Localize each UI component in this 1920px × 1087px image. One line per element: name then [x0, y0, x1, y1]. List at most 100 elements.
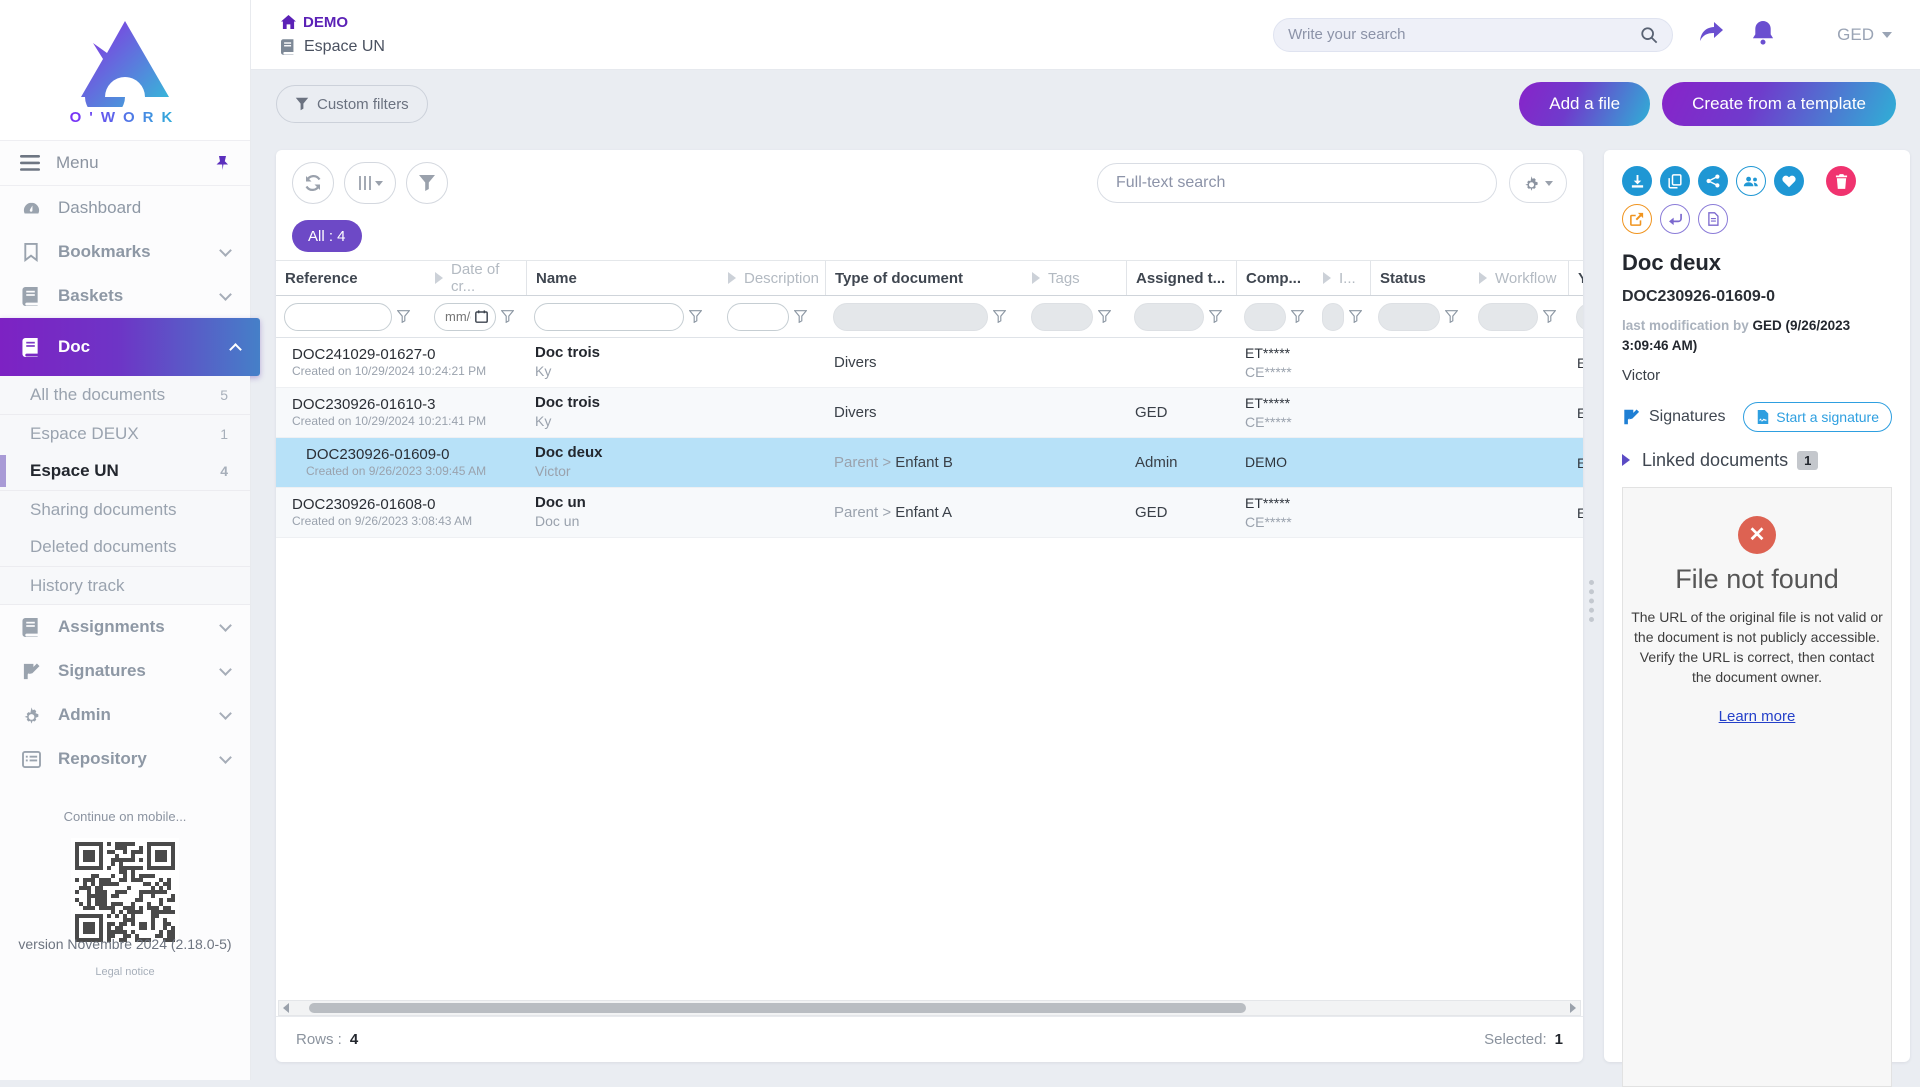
top-header: DEMO Espace UN GED	[251, 0, 1920, 70]
chevron-down-icon	[1545, 181, 1553, 186]
share-button[interactable]	[1698, 166, 1728, 196]
column-header-description[interactable]: Description	[719, 261, 825, 295]
download-button[interactable]	[1622, 166, 1652, 196]
funnel-icon[interactable]	[1209, 310, 1222, 323]
breadcrumb-page[interactable]: Espace UN	[281, 38, 385, 56]
filter-assigned-input[interactable]	[1134, 303, 1204, 331]
sidebar-item-all-documents[interactable]: All the documents 5	[0, 376, 250, 414]
filter-description-input[interactable]	[727, 303, 789, 331]
sidebar-item-sharing-documents[interactable]: Sharing documents	[0, 490, 250, 528]
filter-comp-input[interactable]	[1244, 303, 1286, 331]
pin-icon[interactable]	[214, 155, 230, 171]
tab-all-documents[interactable]: All : 4	[292, 220, 362, 252]
scroll-right-arrow[interactable]	[1570, 1003, 1576, 1013]
column-header-y[interactable]: Y...	[1568, 261, 1583, 295]
hamburger-icon	[20, 155, 40, 171]
funnel-icon[interactable]	[1543, 310, 1556, 323]
sidebar-item-label: Signatures	[58, 661, 221, 681]
filter-status-input[interactable]	[1378, 303, 1440, 331]
search-icon[interactable]	[1640, 26, 1658, 44]
sidebar-item-dashboard[interactable]: Dashboard	[0, 186, 250, 230]
sidebar-item-espace-deux[interactable]: Espace DEUX 1	[0, 414, 250, 452]
filter-name-input[interactable]	[534, 303, 684, 331]
menu-toggle[interactable]: Menu	[0, 140, 250, 186]
filter-workflow-input[interactable]	[1478, 303, 1538, 331]
brand-name: O'WORK	[70, 109, 181, 126]
table-row[interactable]: DOC230926-01608-0 Created on 9/26/2023 3…	[276, 488, 1583, 538]
column-header-reference[interactable]: Reference	[276, 261, 426, 295]
document-versions-button[interactable]	[1698, 204, 1728, 234]
funnel-icon[interactable]	[397, 310, 410, 323]
copy-button[interactable]	[1660, 166, 1690, 196]
sidebar-item-signatures[interactable]: Signatures	[0, 649, 250, 693]
sidebar-item-repository[interactable]: Repository	[0, 737, 250, 781]
column-header-name[interactable]: Name	[526, 261, 719, 295]
funnel-icon[interactable]	[501, 310, 514, 323]
sidebar-item-deleted-documents[interactable]: Deleted documents	[0, 528, 250, 566]
funnel-icon[interactable]	[794, 310, 807, 323]
y-cell: E	[1568, 355, 1583, 371]
column-header-workflow[interactable]: Workflow	[1470, 261, 1568, 295]
refresh-button[interactable]	[292, 162, 334, 204]
funnel-icon[interactable]	[689, 310, 702, 323]
start-signature-button[interactable]: Start a signature	[1743, 402, 1892, 432]
sidebar-item-espace-un[interactable]: Espace UN 4	[0, 452, 250, 490]
funnel-icon[interactable]	[993, 310, 1006, 323]
add-file-button[interactable]: Add a file	[1519, 82, 1650, 126]
table-row[interactable]: DOC230926-01610-3 Created on 10/29/2024 …	[276, 388, 1583, 438]
table-row-selected[interactable]: DOC230926-01609-0 Created on 9/26/2023 3…	[276, 438, 1583, 488]
sidebar-item-baskets[interactable]: Baskets	[0, 274, 250, 318]
breadcrumb-root[interactable]: DEMO	[281, 14, 385, 31]
horizontal-scrollbar[interactable]	[278, 1000, 1581, 1016]
funnel-icon[interactable]	[1291, 310, 1304, 323]
sidebar-item-doc[interactable]: Doc	[0, 318, 260, 376]
column-header-date-of-creation[interactable]: Date of cr...	[426, 261, 526, 295]
scroll-left-arrow[interactable]	[283, 1003, 289, 1013]
linked-documents-toggle[interactable]: Linked documents 1	[1622, 450, 1892, 471]
custom-filters-button[interactable]: Custom filters	[276, 85, 428, 123]
scrollbar-thumb[interactable]	[309, 1003, 1246, 1013]
sidebar-item-assignments[interactable]: Assignments	[0, 605, 250, 649]
return-button[interactable]	[1660, 204, 1690, 234]
column-header-status[interactable]: Status	[1370, 261, 1470, 295]
delete-button[interactable]	[1826, 166, 1856, 196]
columns-button[interactable]	[344, 162, 396, 204]
sidebar-item-history-track[interactable]: History track	[0, 566, 250, 604]
funnel-icon[interactable]	[1445, 310, 1458, 323]
filter-tags-input[interactable]	[1031, 303, 1093, 331]
create-from-template-button[interactable]: Create from a template	[1662, 82, 1896, 126]
sidebar-item-bookmarks[interactable]: Bookmarks	[0, 230, 250, 274]
user-menu[interactable]: GED	[1837, 25, 1892, 45]
legal-notice-link[interactable]: Legal notice	[0, 966, 250, 978]
panel-resize-handle[interactable]	[1589, 580, 1594, 622]
filter-button[interactable]	[406, 162, 448, 204]
filter-y-input[interactable]	[1576, 303, 1583, 331]
notifications-button[interactable]	[1751, 20, 1775, 50]
fulltext-search-input[interactable]	[1097, 163, 1497, 203]
open-external-button[interactable]	[1622, 204, 1652, 234]
permissions-button[interactable]	[1736, 166, 1766, 196]
type-prefix: Parent >	[834, 504, 891, 521]
calendar-icon[interactable]	[475, 310, 488, 323]
funnel-icon[interactable]	[1349, 310, 1362, 323]
column-header-comp[interactable]: Comp...	[1236, 261, 1314, 295]
type-main: Divers	[834, 354, 877, 371]
chevron-down-icon	[219, 244, 232, 257]
comp-line2: CE*****	[1245, 413, 1314, 431]
detail-document-reference: DOC230926-01609-0	[1622, 288, 1892, 306]
table-row[interactable]: DOC241029-01627-0 Created on 10/29/2024 …	[276, 338, 1583, 388]
funnel-icon[interactable]	[1098, 310, 1111, 323]
table-settings-button[interactable]	[1509, 163, 1567, 203]
filter-i-input[interactable]	[1322, 303, 1344, 331]
global-search-input[interactable]	[1288, 26, 1640, 43]
share-button[interactable]	[1699, 20, 1725, 49]
favorite-button[interactable]	[1774, 166, 1804, 196]
column-header-assigned[interactable]: Assigned t...	[1126, 261, 1236, 295]
column-header-tags[interactable]: Tags	[1023, 261, 1126, 295]
column-header-type[interactable]: Type of document	[825, 261, 1023, 295]
learn-more-link[interactable]: Learn more	[1719, 708, 1796, 725]
filter-reference-input[interactable]	[284, 303, 392, 331]
sidebar-item-admin[interactable]: Admin	[0, 693, 250, 737]
filter-type-input[interactable]	[833, 303, 988, 331]
column-header-i[interactable]: I...	[1314, 261, 1370, 295]
